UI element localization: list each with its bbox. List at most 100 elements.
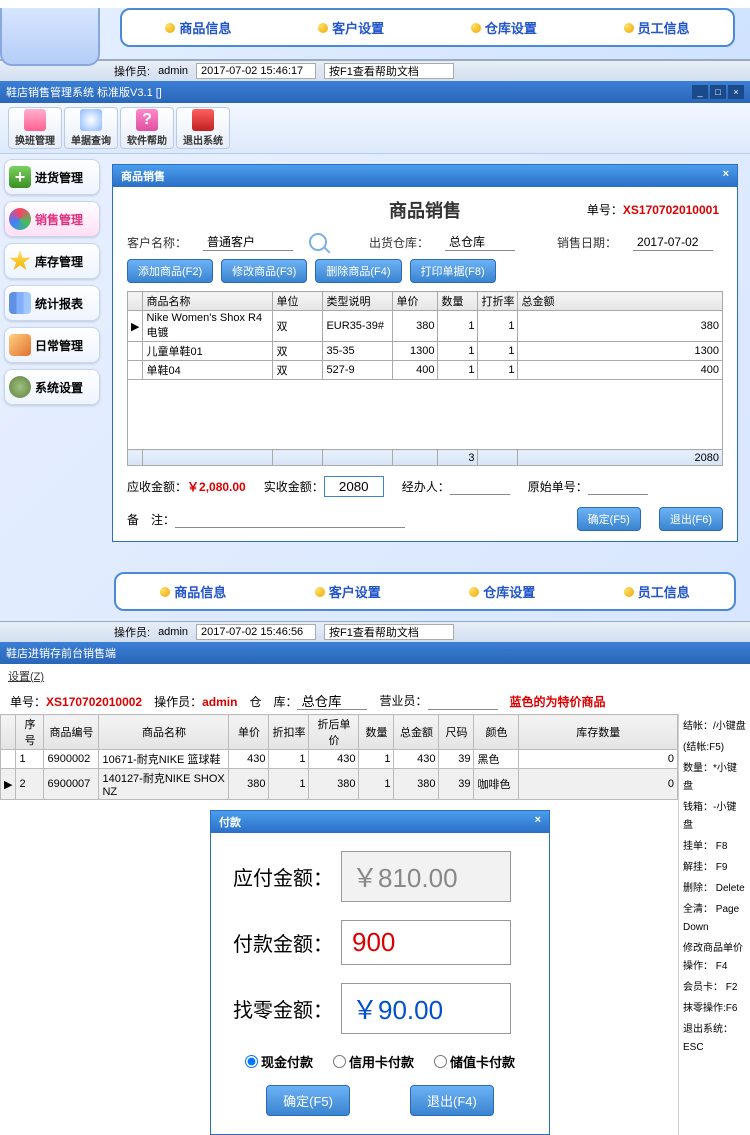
help-button[interactable]: ?软件帮助 [120, 107, 174, 149]
pos-salesperson-input[interactable] [428, 692, 498, 710]
origno-input[interactable] [588, 479, 648, 495]
sidebar-stats[interactable]: 统计报表 [4, 285, 100, 321]
operator-label: 操作员: [114, 63, 150, 79]
table-row[interactable]: 单鞋04双527-940011400 [128, 361, 723, 380]
dot-icon [315, 587, 325, 597]
customer-label: 客户名称： [127, 234, 187, 251]
date-label: 销售日期： [557, 234, 617, 251]
bottom-nav-2: 商品信息 客户设置 仓库设置 员工信息 [114, 572, 736, 611]
actual-input[interactable] [324, 476, 384, 497]
exit-button[interactable]: 退出系统 [176, 107, 230, 149]
pos-header-row: 单号：XS170702010002 操作员：admin 仓 库： 营业员： 蓝色… [0, 688, 750, 714]
pay-exit-button[interactable]: 退出(F4) [410, 1085, 494, 1116]
col-name: 商品名称 [143, 292, 273, 311]
exit-dialog-button[interactable]: 退出(F6) [659, 507, 723, 531]
sales-dialog-close[interactable]: × [723, 168, 729, 184]
table-row[interactable]: ▶26900007140127-耐克NIKE SHOX NZ3801380138… [1, 769, 678, 800]
radio-cash[interactable]: 现金付款 [245, 1052, 313, 1071]
help-hint-field [324, 63, 454, 79]
pos-grid[interactable]: 序号 商品编号 商品名称 单价 折扣率 折后单价 数量 总金额 尺码 颜色 库存… [0, 714, 678, 800]
sec3-title-bar: 鞋店进销存前台销售端 [0, 642, 750, 664]
handler-label: 经办人： [402, 480, 450, 494]
query-button[interactable]: 单据查询 [64, 107, 118, 149]
nav-warehouse-setup-2[interactable]: 仓库设置 [469, 582, 535, 601]
side-panel-decor [0, 8, 100, 66]
actual-label: 实收金额： [264, 480, 324, 494]
radio-credit[interactable]: 信用卡付款 [333, 1052, 414, 1071]
col-unit: 单位 [273, 292, 323, 311]
minimize-button[interactable]: _ [692, 85, 708, 99]
pos-operator: admin [202, 695, 237, 709]
delete-product-button[interactable]: 删除商品(F4) [315, 259, 401, 283]
print-button[interactable]: 打印单据(F8) [410, 259, 496, 283]
bottom-nav: 商品信息 客户设置 仓库设置 员工信息 [120, 8, 735, 47]
table-row[interactable]: ▶Nike Women's Shox R4 电镀双EUR35-39#380113… [128, 311, 723, 342]
warehouse-input[interactable] [445, 234, 515, 251]
plus-icon: + [9, 166, 31, 188]
table-row[interactable]: 儿童单鞋01双35-351300111300 [128, 342, 723, 361]
sidebar-sales[interactable]: 销售管理 [4, 201, 100, 237]
dot-icon [160, 587, 170, 597]
remark-input[interactable] [175, 512, 405, 528]
sidebar-stock[interactable]: 库存管理 [4, 243, 100, 279]
radio-stored[interactable]: 储值卡付款 [434, 1052, 515, 1071]
handler-input[interactable] [450, 479, 510, 495]
close-button[interactable]: × [728, 85, 744, 99]
shortcuts-panel: 结帐：/小键盘 (结帐:F5) 数量：*小键盘 钱箱：-小键盘 挂单： F8 解… [678, 714, 750, 1135]
sales-dialog: 商品销售× 商品销售 单号：XS170702010001 客户名称： 出货仓库：… [112, 164, 738, 542]
payment-dialog: 付款× 应付金额：￥810.00 付款金额： 找零金额：￥90.00 现金付款 … [210, 810, 550, 1135]
remark-label: 备 注： [127, 513, 175, 527]
sales-dialog-title: 商品销售 [121, 168, 165, 184]
payment-title: 付款 [219, 814, 241, 830]
order-no-value: XS170702010001 [623, 203, 719, 217]
nav-product-info-2[interactable]: 商品信息 [160, 582, 226, 601]
customer-search-icon[interactable] [309, 233, 327, 251]
query-icon [80, 109, 102, 131]
pay-ok-button[interactable]: 确定(F5) [266, 1085, 350, 1116]
nav-customer-setup[interactable]: 客户设置 [318, 18, 384, 37]
warehouse-label: 出货仓库： [369, 234, 429, 251]
pay-change-label: 找零金额： [233, 994, 333, 1023]
pos-warehouse-input[interactable] [297, 692, 367, 710]
maximize-button[interactable]: □ [710, 85, 726, 99]
table-row[interactable]: 1690000210671-耐克NIKE 篮球鞋4301430143039黑色0 [1, 750, 678, 769]
pencil-icon [9, 334, 31, 356]
pie-icon [9, 208, 31, 230]
dot-icon [318, 23, 328, 33]
dot-icon [165, 23, 175, 33]
status-bar-2: 操作员:admin [0, 621, 750, 642]
nav-customer-setup-2[interactable]: 客户设置 [315, 582, 381, 601]
ok-button[interactable]: 确定(F5) [577, 507, 641, 531]
payment-close[interactable]: × [535, 814, 541, 830]
customer-input[interactable] [203, 234, 293, 251]
sales-grid[interactable]: 商品名称 单位 类型说明 单价 数量 打折率 总金额 ▶Nike Women's… [127, 291, 723, 466]
blue-price-hint: 蓝色的为特价商品 [510, 693, 606, 710]
settings-menu[interactable]: 设置(Z) [0, 664, 750, 688]
pay-paid-input[interactable] [341, 920, 511, 965]
sidebar-purchase[interactable]: +进货管理 [4, 159, 100, 195]
sum-qty: 3 [438, 450, 478, 466]
nav-product-info[interactable]: 商品信息 [165, 18, 231, 37]
col-spec: 类型说明 [323, 292, 393, 311]
sidebar-daily[interactable]: 日常管理 [4, 327, 100, 363]
status-bar-1: 操作员:admin [0, 60, 750, 81]
nav-warehouse-setup[interactable]: 仓库设置 [471, 18, 537, 37]
datetime-field-2 [196, 624, 316, 640]
shift-manage-button[interactable]: 换班管理 [8, 107, 62, 149]
app2-title-bar: 鞋店销售管理系统 标准版V3.1 [] _ □ × [0, 81, 750, 103]
sidebar: +进货管理 销售管理 库存管理 统计报表 日常管理 系统设置 [4, 159, 100, 405]
dot-icon [469, 587, 479, 597]
due-label: 应收金额： [127, 480, 187, 494]
add-product-button[interactable]: 添加商品(F2) [127, 259, 213, 283]
pay-change-value: ￥90.00 [341, 983, 511, 1034]
sidebar-settings[interactable]: 系统设置 [4, 369, 100, 405]
edit-product-button[interactable]: 修改商品(F3) [221, 259, 307, 283]
pay-due-value: ￥810.00 [341, 851, 511, 902]
sec3-title: 鞋店进销存前台销售端 [6, 645, 116, 661]
dot-icon [471, 23, 481, 33]
gear-icon [9, 376, 31, 398]
nav-staff-info-2[interactable]: 员工信息 [624, 582, 690, 601]
nav-staff-info[interactable]: 员工信息 [624, 18, 690, 37]
col-qty: 数量 [438, 292, 478, 311]
date-input[interactable] [633, 234, 713, 251]
